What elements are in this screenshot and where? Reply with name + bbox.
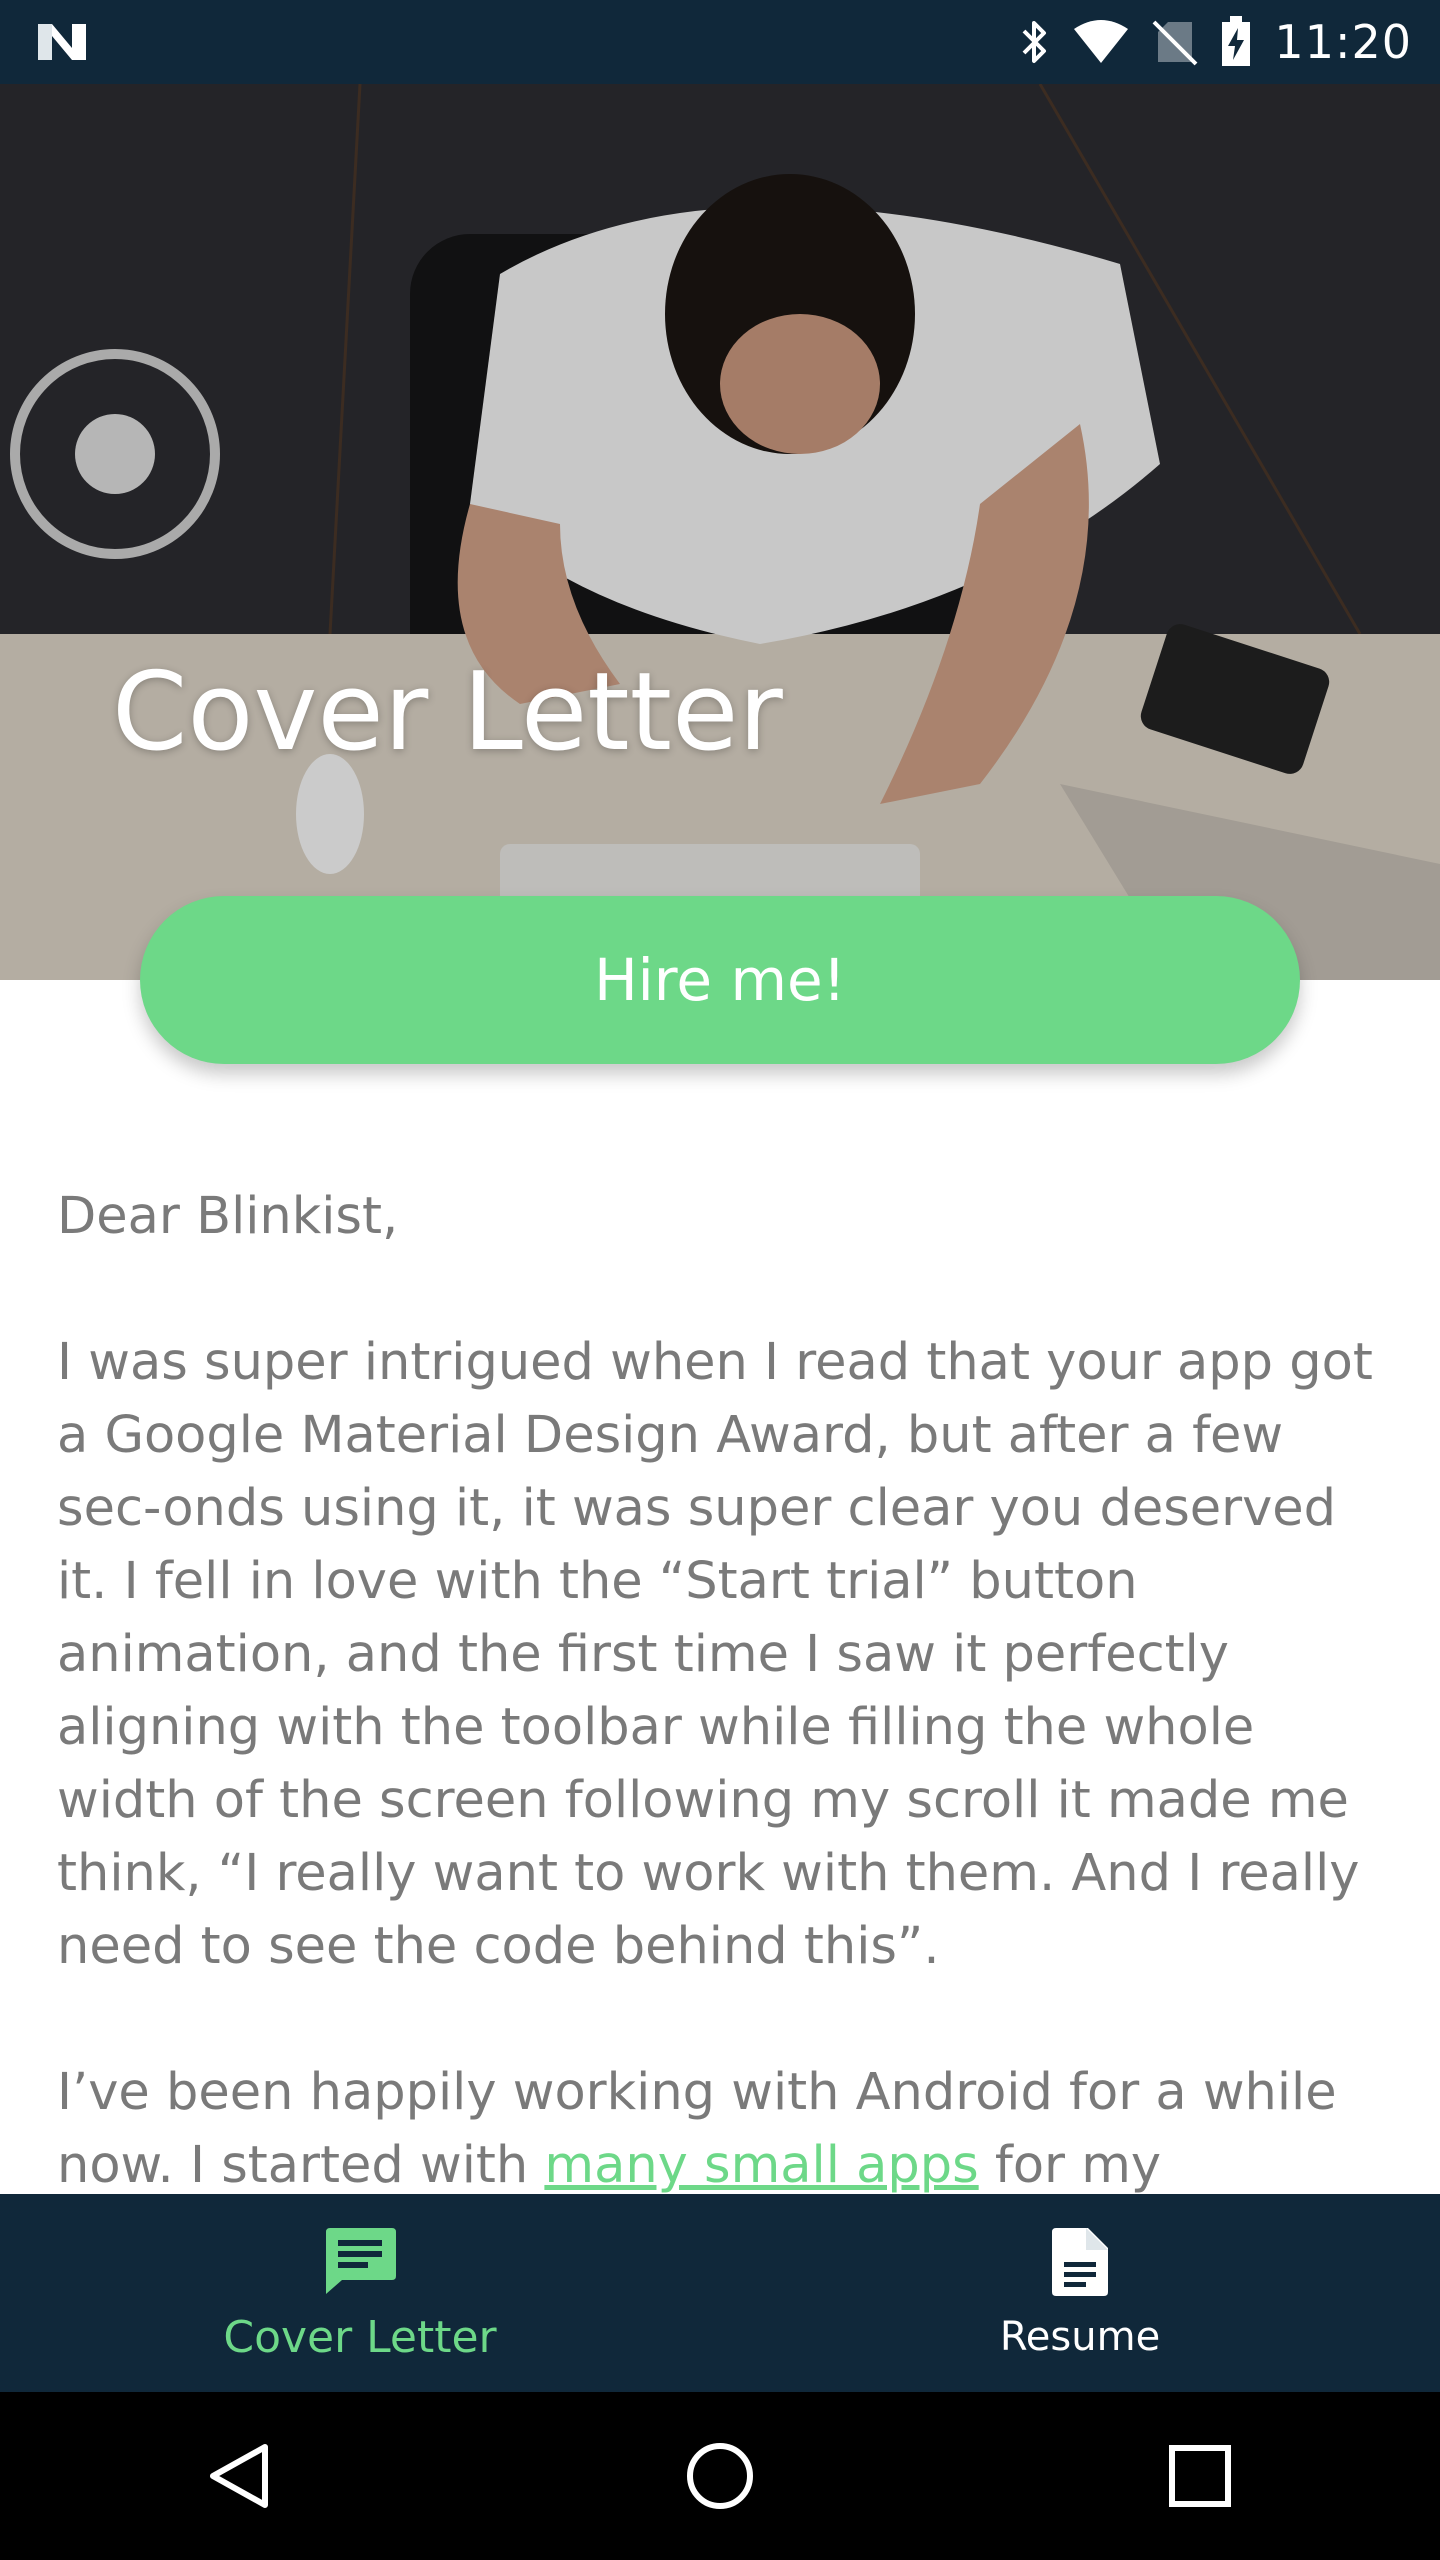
nav-label-cover-letter: Cover Letter	[223, 2311, 497, 2363]
recents-icon[interactable]	[1140, 2416, 1260, 2536]
hire-me-button[interactable]: Hire me!	[140, 896, 1300, 1064]
wifi-icon	[1072, 19, 1130, 65]
status-icons: 11:20	[1020, 0, 1412, 84]
letter-salutation: Dear Blinkist,	[57, 1187, 399, 1246]
cover-letter-body[interactable]: Dear Blinkist, I was super intrigued whe…	[57, 1180, 1387, 2194]
no-sim-icon	[1152, 18, 1198, 66]
bottom-navigation: Cover Letter Resume	[0, 2194, 1440, 2392]
status-bar: 11:20	[0, 0, 1440, 84]
battery-charging-icon	[1220, 16, 1252, 68]
nav-label-resume: Resume	[999, 2314, 1161, 2360]
page-title: Cover Letter	[112, 650, 783, 775]
back-icon[interactable]	[180, 2416, 300, 2536]
bluetooth-icon	[1020, 17, 1050, 67]
system-navigation-bar	[0, 2392, 1440, 2560]
hero-header: Cover Letter	[0, 84, 1440, 980]
letter-paragraph-1: I was super intrigued when I read that y…	[57, 1333, 1373, 1976]
many-small-apps-link[interactable]: many small apps	[544, 2136, 978, 2194]
message-icon	[322, 2224, 398, 2300]
status-time: 11:20	[1274, 15, 1412, 69]
document-icon	[1050, 2226, 1110, 2302]
hero-photo	[0, 84, 1440, 980]
letter-paragraph-2: I’ve been happily working with Android f…	[57, 2056, 1387, 2194]
n-logo-icon	[36, 18, 88, 66]
nav-item-cover-letter[interactable]: Cover Letter	[0, 2194, 720, 2392]
home-icon[interactable]	[660, 2416, 780, 2536]
nav-item-resume[interactable]: Resume	[720, 2194, 1440, 2392]
